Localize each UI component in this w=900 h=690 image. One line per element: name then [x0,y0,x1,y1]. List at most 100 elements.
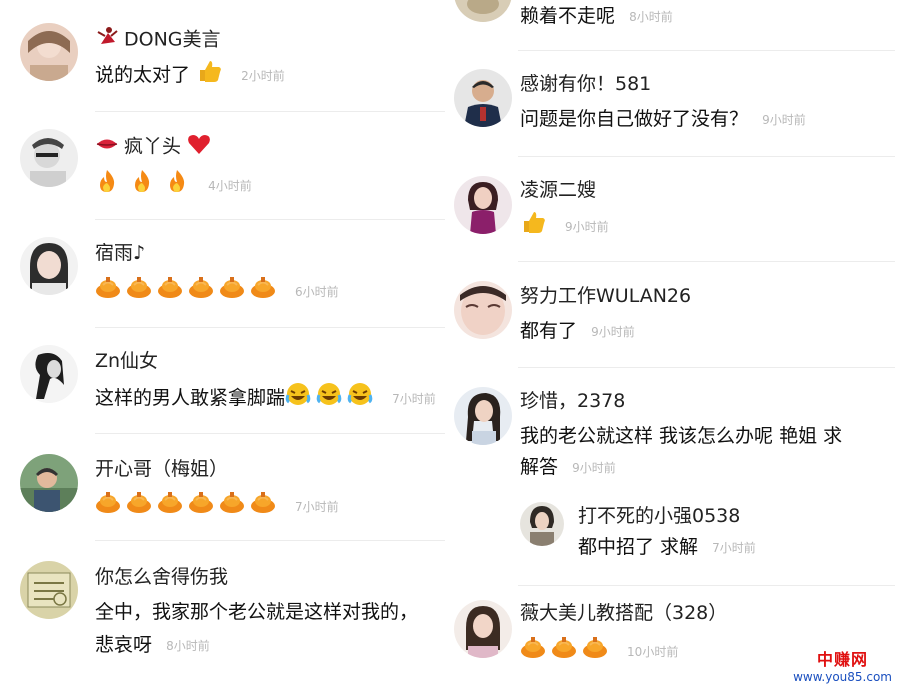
cake-icon [520,635,546,668]
username[interactable]: Zn仙女 [95,349,158,373]
username[interactable]: 感谢有你！581 [520,72,651,96]
avatar[interactable] [454,176,512,234]
watermark: 中赚网 www.you85.com [793,646,892,684]
thumbs-up-icon [520,210,546,243]
avatar[interactable] [454,281,512,339]
username-text: 你怎么舍得伤我 [95,566,229,588]
laugh-icon [347,382,373,415]
heart-icon [187,133,211,161]
avatar[interactable] [454,69,512,127]
cake-icon [188,490,214,523]
cake-icon [95,490,121,523]
avatar[interactable] [20,129,78,187]
comment-column-left: DONG美言 说的太对了 2小时前 疯丫头 4小时前 宿雨♪ 6小时前 Zn仙女… [0,0,450,690]
timestamp: 6小时前 [295,284,339,299]
comment-text-continued: 解答 9小时前 [520,452,616,483]
timestamp: 2小时前 [241,68,285,83]
username-text: 打不死的小强0538 [578,505,741,527]
cake-icon [188,275,214,308]
timestamp: 9小时前 [565,219,609,234]
comment-text: 这样的男人敢紧拿脚踹 7小时前 [95,382,436,415]
timestamp: 9小时前 [591,324,635,339]
comment-text: 10小时前 [520,635,678,668]
comment-text: 说的太对了 2小时前 [95,59,285,92]
username-text: 珍惜，2378 [520,390,626,412]
watermark-url: www.you85.com [793,670,892,684]
avatar[interactable] [20,345,78,403]
avatar[interactable] [20,237,78,295]
timestamp: 7小时前 [392,391,436,406]
avatar[interactable] [454,0,512,22]
comment-text-continued: 悲哀呀 8小时前 [95,630,210,661]
comment-body: 问题是你自己做好了没有？ [520,108,749,130]
timestamp: 7小时前 [295,499,339,514]
comment-body: 都中招了 求解 [578,536,699,558]
avatar[interactable] [20,561,78,619]
cake-icon [250,275,276,308]
comment-text: 7小时前 [95,490,339,523]
comment-body: 说的太对了 [95,64,191,86]
comment-text: 问题是你自己做好了没有？ 9小时前 [520,104,806,135]
username[interactable]: 珍惜，2378 [520,389,625,413]
username[interactable]: 努力工作WULAN26 [520,284,691,308]
comment-text: 全中，我家那个老公就是这样对我的， [95,597,418,627]
comment-body: 都有了 [520,320,578,342]
thumbs-up-icon [196,59,222,92]
avatar[interactable] [454,387,512,445]
fire-icon [130,168,154,203]
comment-text: 都有了 9小时前 [520,316,635,347]
avatar[interactable] [20,454,78,512]
comment-body: 我的老公就这样 我该怎么办呢 艳姐 求 [520,425,843,447]
comment-text: 9小时前 [520,210,609,243]
username-text: 疯丫头 [124,135,182,158]
username[interactable]: 凌源二嫂 [520,178,596,202]
cake-icon [157,275,183,308]
timestamp: 8小时前 [166,638,210,653]
cake-icon [582,635,608,668]
username-text: Zn仙女 [95,350,159,372]
username[interactable]: 疯丫头 [95,133,216,161]
timestamp: 8小时前 [629,9,673,24]
fire-icon [95,168,119,203]
cake-icon [95,275,121,308]
comment-column-right: 赖着不走呢 8小时前 感谢有你！581 问题是你自己做好了没有？ 9小时前 凌源… [450,0,900,690]
username[interactable]: 你怎么舍得伤我 [95,565,228,589]
laugh-icon [316,382,342,415]
cake-icon [157,490,183,523]
avatar[interactable] [20,23,78,81]
username-text: DONG美言 [124,28,221,51]
cake-icon [126,490,152,523]
timestamp: 9小时前 [572,460,616,475]
username[interactable]: 打不死的小强0538 [578,504,740,528]
username-text: 宿雨♪ [95,242,146,264]
cake-icon [126,275,152,308]
cake-icon [219,490,245,523]
fire-icon [165,168,189,203]
avatar[interactable] [520,502,564,546]
username-text: 开心哥（梅姐） [95,458,229,480]
timestamp: 10小时前 [627,644,679,659]
cake-icon [551,635,577,668]
watermark-title: 中赚网 [817,650,869,669]
dancer-icon [95,26,119,54]
lips-icon [95,134,119,160]
username[interactable]: 开心哥（梅姐） [95,457,228,481]
username-text: 努力工作WULAN26 [520,285,692,307]
cake-icon [250,490,276,523]
username-text: 凌源二嫂 [520,179,597,201]
username[interactable]: 宿雨♪ [95,241,145,265]
avatar[interactable] [454,600,512,658]
username[interactable]: 薇大美儿教搭配（328） [520,601,727,625]
username[interactable]: DONG美言 [95,26,221,54]
comment-text: 我的老公就这样 我该怎么办呢 艳姐 求 [520,421,842,451]
username-text: 薇大美儿教搭配（328） [520,602,728,624]
comment-body: 悲哀呀 [95,634,153,656]
comment-body: 赖着不走呢 [520,5,616,27]
timestamp: 9小时前 [762,112,806,127]
comment-body: 全中，我家那个老公就是这样对我的， [95,601,419,623]
comment-text: 4小时前 [95,168,252,203]
comment-body: 这样的男人敢紧拿脚踹 [95,387,286,409]
timestamp: 4小时前 [208,178,252,193]
comment-text: 6小时前 [95,275,339,308]
username-text: 感谢有你！581 [520,73,652,95]
